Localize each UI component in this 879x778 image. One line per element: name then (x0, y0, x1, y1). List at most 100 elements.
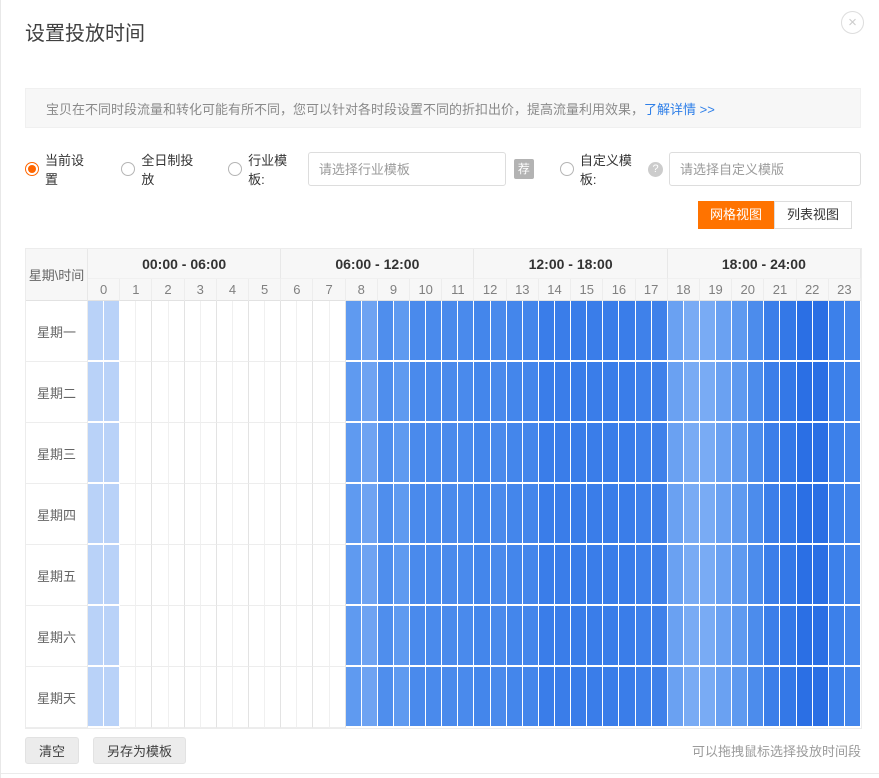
schedule-slot[interactable] (201, 423, 217, 484)
schedule-slot[interactable] (249, 362, 265, 423)
schedule-slot[interactable] (764, 362, 780, 423)
schedule-slot[interactable] (297, 545, 313, 606)
schedule-slot[interactable] (619, 484, 635, 545)
schedule-slot[interactable] (764, 545, 780, 606)
schedule-slot[interactable] (474, 545, 490, 606)
schedule-slot[interactable] (152, 606, 168, 667)
schedule-slot[interactable] (797, 362, 813, 423)
schedule-slot[interactable] (394, 545, 410, 606)
schedule-slot[interactable] (813, 423, 829, 484)
schedule-slot[interactable] (152, 301, 168, 362)
schedule-slot[interactable] (587, 606, 603, 667)
schedule-slot[interactable] (845, 301, 861, 362)
schedule-slot[interactable] (88, 484, 104, 545)
schedule-slot[interactable] (571, 667, 587, 728)
schedule-slot[interactable] (636, 667, 652, 728)
schedule-slot[interactable] (281, 423, 297, 484)
schedule-slot[interactable] (104, 667, 120, 728)
schedule-slot[interactable] (152, 667, 168, 728)
schedule-slot[interactable] (458, 484, 474, 545)
schedule-slot[interactable] (104, 301, 120, 362)
radio-industry-template[interactable]: 行业模板: (228, 150, 300, 188)
schedule-slot[interactable] (217, 667, 233, 728)
schedule-slot[interactable] (136, 301, 152, 362)
schedule-slot[interactable] (797, 606, 813, 667)
schedule-slot[interactable] (313, 362, 329, 423)
schedule-slot[interactable] (233, 545, 249, 606)
schedule-slot[interactable] (619, 423, 635, 484)
schedule-slot[interactable] (458, 362, 474, 423)
schedule-slot[interactable] (233, 606, 249, 667)
schedule-slot[interactable] (491, 301, 507, 362)
schedule-slot[interactable] (426, 545, 442, 606)
schedule-slot[interactable] (652, 667, 668, 728)
schedule-slot[interactable] (748, 667, 764, 728)
schedule-slot[interactable] (523, 606, 539, 667)
schedule-slot[interactable] (732, 362, 748, 423)
list-view-button[interactable]: 列表视图 (774, 201, 852, 229)
schedule-slot[interactable] (378, 362, 394, 423)
schedule-slot[interactable] (780, 606, 796, 667)
schedule-slot[interactable] (474, 606, 490, 667)
schedule-slot[interactable] (426, 667, 442, 728)
schedule-slot[interactable] (636, 606, 652, 667)
schedule-slot[interactable] (797, 423, 813, 484)
schedule-slot[interactable] (716, 301, 732, 362)
schedule-slot[interactable] (845, 545, 861, 606)
schedule-slot[interactable] (362, 301, 378, 362)
schedule-slot[interactable] (394, 667, 410, 728)
schedule-slot[interactable] (169, 606, 185, 667)
schedule-slot[interactable] (169, 667, 185, 728)
schedule-slot[interactable] (523, 423, 539, 484)
schedule-slot[interactable] (652, 545, 668, 606)
schedule-slot[interactable] (571, 423, 587, 484)
schedule-slot[interactable] (185, 301, 201, 362)
schedule-slot[interactable] (668, 545, 684, 606)
schedule-slot[interactable] (313, 423, 329, 484)
schedule-slot[interactable] (764, 423, 780, 484)
schedule-slot[interactable] (217, 606, 233, 667)
schedule-slot[interactable] (684, 545, 700, 606)
schedule-slot[interactable] (265, 484, 281, 545)
schedule-slot[interactable] (120, 423, 136, 484)
schedule-slot[interactable] (442, 484, 458, 545)
schedule-slot[interactable] (201, 545, 217, 606)
schedule-slot[interactable] (88, 423, 104, 484)
schedule-slot[interactable] (152, 362, 168, 423)
schedule-slot[interactable] (619, 301, 635, 362)
grid-view-button[interactable]: 网格视图 (698, 201, 774, 229)
radio-all-day[interactable]: 全日制投放 (121, 150, 202, 188)
schedule-slot[interactable] (652, 423, 668, 484)
schedule-slot[interactable] (700, 667, 716, 728)
schedule-slot[interactable] (297, 362, 313, 423)
schedule-slot[interactable] (104, 606, 120, 667)
schedule-slot[interactable] (217, 484, 233, 545)
schedule-slot[interactable] (764, 301, 780, 362)
close-icon[interactable]: × (841, 11, 864, 34)
schedule-slot[interactable] (797, 545, 813, 606)
schedule-slot[interactable] (426, 484, 442, 545)
schedule-slot[interactable] (394, 423, 410, 484)
schedule-slot[interactable] (539, 545, 555, 606)
schedule-slot[interactable] (587, 301, 603, 362)
schedule-slot[interactable] (104, 545, 120, 606)
schedule-slot[interactable] (845, 423, 861, 484)
schedule-slot[interactable] (346, 606, 362, 667)
schedule-slot[interactable] (410, 484, 426, 545)
schedule-slot[interactable] (426, 423, 442, 484)
schedule-slot[interactable] (780, 301, 796, 362)
schedule-slot[interactable] (169, 423, 185, 484)
schedule-slot[interactable] (571, 362, 587, 423)
schedule-slot[interactable] (507, 301, 523, 362)
schedule-slot[interactable] (297, 423, 313, 484)
schedule-slot[interactable] (120, 362, 136, 423)
schedule-slot[interactable] (346, 484, 362, 545)
schedule-slot[interactable] (201, 606, 217, 667)
schedule-slot[interactable] (603, 606, 619, 667)
schedule-slot[interactable] (217, 362, 233, 423)
schedule-slot[interactable] (378, 545, 394, 606)
schedule-slot[interactable] (88, 362, 104, 423)
schedule-slot[interactable] (748, 362, 764, 423)
schedule-slot[interactable] (684, 484, 700, 545)
schedule-slot[interactable] (829, 545, 845, 606)
